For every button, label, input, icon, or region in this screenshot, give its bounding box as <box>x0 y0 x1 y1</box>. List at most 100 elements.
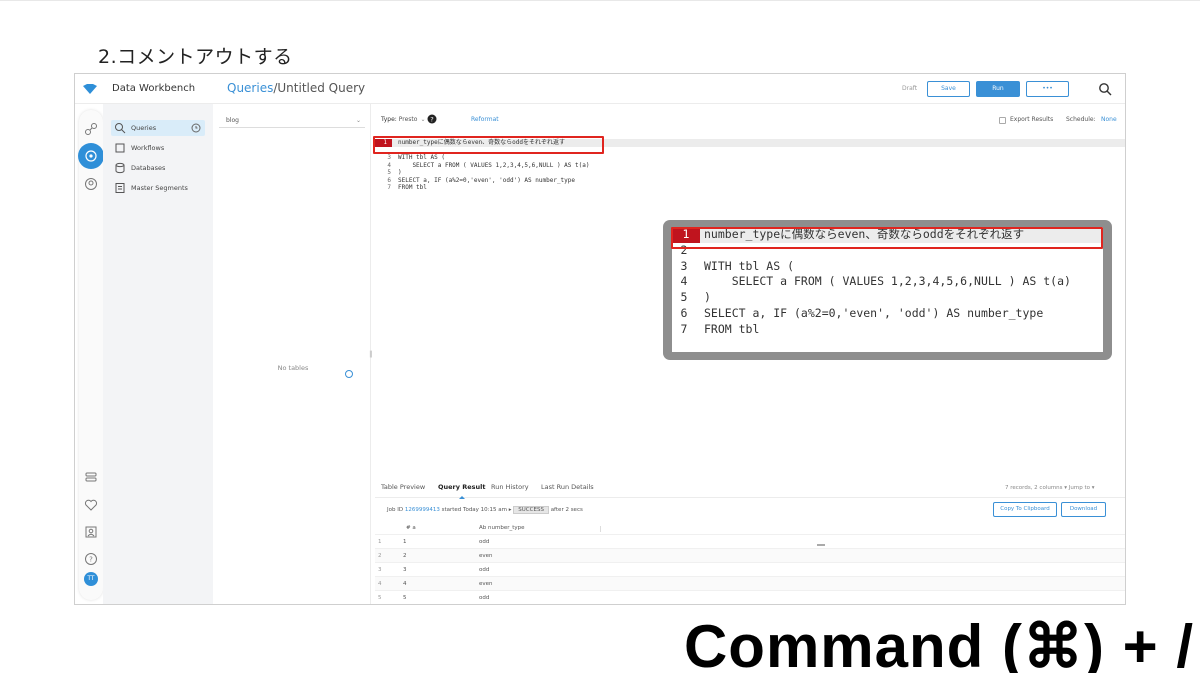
table-row: 5 5 odd <box>375 591 1125 604</box>
engine-type[interactable]: Type: Presto ⌄ <box>381 116 425 123</box>
audience-icon[interactable] <box>84 177 98 191</box>
database-select[interactable]: blog ⌄ <box>219 114 365 128</box>
code-line: 3 WITH tbl AS ( <box>375 154 1125 162</box>
health-icon[interactable] <box>84 498 98 512</box>
sidebar-item-databases[interactable]: Databases <box>111 160 205 176</box>
sidebar-nav: Queries Workflows Databases Master Segme… <box>103 104 213 604</box>
result-table: # a Ab number_type 1 1 odd 2 2 even 3 3 odd 44… <box>375 521 1125 604</box>
cell-number-type: odd <box>479 539 490 545</box>
save-button[interactable]: Save <box>927 81 970 97</box>
more-button[interactable]: ••• <box>1026 81 1069 97</box>
search-icon <box>115 123 126 134</box>
line-number: 3 <box>680 258 688 273</box>
table-row: 1 1 odd <box>375 535 1125 549</box>
active-tab-indicator <box>459 496 465 499</box>
cell-a: 4 <box>403 581 407 587</box>
code-text: ) <box>398 169 402 176</box>
app-name: Data Workbench <box>112 83 196 94</box>
code-text: FROM tbl <box>398 184 427 191</box>
segment-icon <box>115 183 125 193</box>
zoom-comment-line-highlight <box>671 227 1103 249</box>
line-number: 7 <box>387 184 391 191</box>
cell-number-type: odd <box>479 595 490 601</box>
line-number: 3 <box>387 154 391 161</box>
reformat-link[interactable]: Reformat <box>471 116 499 123</box>
breadcrumb: Queries/Untitled Query <box>227 81 365 95</box>
table-row: 2 2 even <box>375 549 1125 563</box>
chevron-down-icon: ⌄ <box>355 117 361 124</box>
sidebar-item-workflows[interactable]: Workflows <box>111 140 205 156</box>
sidebar-item-label: Queries <box>131 124 157 132</box>
row-index: 5 <box>378 595 382 601</box>
table-header: # a Ab number_type <box>375 521 1125 535</box>
job-started: started Today 10:15 am ▸ <box>441 507 512 513</box>
row-index: 2 <box>378 553 382 559</box>
cell-number-type: even <box>479 553 493 559</box>
zoom-code-line: 7 FROM tbl <box>672 322 1103 338</box>
cell-a: 2 <box>403 553 407 559</box>
help-icon[interactable]: ? <box>84 552 98 566</box>
user-avatar[interactable]: TT <box>84 572 98 586</box>
database-icon <box>115 162 125 174</box>
download-button[interactable]: Download <box>1061 502 1106 517</box>
copy-to-clipboard-button[interactable]: Copy To Clipboard <box>993 502 1057 517</box>
export-results-checkbox[interactable] <box>999 117 1006 124</box>
line-number: 4 <box>387 161 391 169</box>
table-row: 4 4 even <box>375 577 1125 591</box>
tab-run-history[interactable]: Run History <box>491 483 529 491</box>
job-id-label: Job ID <box>387 507 404 513</box>
type-label: Type: <box>381 116 397 123</box>
column-divider <box>600 526 601 532</box>
svg-text:?: ? <box>430 115 433 123</box>
line-number: 5 <box>387 169 391 176</box>
cell-a: 3 <box>403 567 407 573</box>
tab-query-result[interactable]: Query Result <box>438 483 486 491</box>
query-title[interactable]: Untitled Query <box>277 81 365 95</box>
question-icon[interactable]: ? <box>427 114 437 124</box>
job-status-bar: Job ID 1269999413 started Today 10:15 am… <box>375 502 1125 518</box>
code-text: SELECT a FROM ( VALUES 1,2,3,4,5,6,NULL … <box>704 274 1071 289</box>
run-button[interactable]: Run <box>976 81 1020 97</box>
cell-number-type: even <box>479 581 493 587</box>
schedule-value[interactable]: None <box>1101 116 1117 123</box>
column-header-number-type[interactable]: Ab number_type <box>479 521 525 535</box>
job-id-link[interactable]: 1269999413 <box>405 507 440 513</box>
panel-resize-handle[interactable] <box>345 370 353 378</box>
line-number: 7 <box>680 321 688 336</box>
data-workbench-icon[interactable] <box>84 149 98 163</box>
cell-a: 5 <box>403 595 407 601</box>
sidebar-item-queries[interactable]: Queries <box>111 120 205 136</box>
cell-a: 1 <box>403 539 407 545</box>
job-info: Job ID 1269999413 started Today 10:15 am… <box>387 506 583 514</box>
tab-last-run-details[interactable]: Last Run Details <box>541 483 594 491</box>
sidebar-item-master-segments[interactable]: Master Segments <box>111 180 205 196</box>
zoom-code-line: 3 WITH tbl AS ( <box>672 259 1103 275</box>
drag-handle-icon[interactable]: ∥ <box>369 350 373 358</box>
svg-text:?: ? <box>89 556 93 564</box>
draft-status: Draft <box>902 85 918 92</box>
code-text: FROM tbl <box>704 321 760 336</box>
breadcrumb-queries-link[interactable]: Queries <box>227 81 273 95</box>
column-header-a[interactable]: # a <box>406 521 416 535</box>
sidebar-item-label: Workflows <box>131 144 165 152</box>
profile-icon[interactable] <box>84 525 98 539</box>
job-duration: after 2 secs <box>550 507 583 513</box>
search-icon[interactable] <box>1098 82 1112 96</box>
comment-line-highlight <box>373 136 604 154</box>
result-tabs: Table Preview Query Result Run History L… <box>375 478 1125 499</box>
code-text: SELECT a, IF (a%2=0,'even', 'odd') AS nu… <box>704 305 1044 320</box>
history-icon[interactable] <box>191 123 201 133</box>
integrations-icon[interactable] <box>84 470 98 484</box>
tab-table-preview[interactable]: Table Preview <box>381 483 425 491</box>
records-summary[interactable]: 7 records, 2 columns ▾ Jump to ▾ <box>1005 485 1095 491</box>
cell-number-type: odd <box>479 567 490 573</box>
code-line: 5) <box>375 169 1125 177</box>
code-text: WITH tbl AS ( <box>398 154 445 161</box>
slide: 2.コメントアウトする Data Workbench Queries/Untit… <box>0 0 1200 673</box>
connections-icon[interactable] <box>84 122 98 136</box>
icon-rail: ? TT <box>78 110 104 600</box>
line-number: 6 <box>387 176 391 184</box>
table-panel: blog ⌄ No tables <box>215 104 371 604</box>
type-value: Presto <box>398 116 418 123</box>
line-number: 6 <box>680 305 688 320</box>
